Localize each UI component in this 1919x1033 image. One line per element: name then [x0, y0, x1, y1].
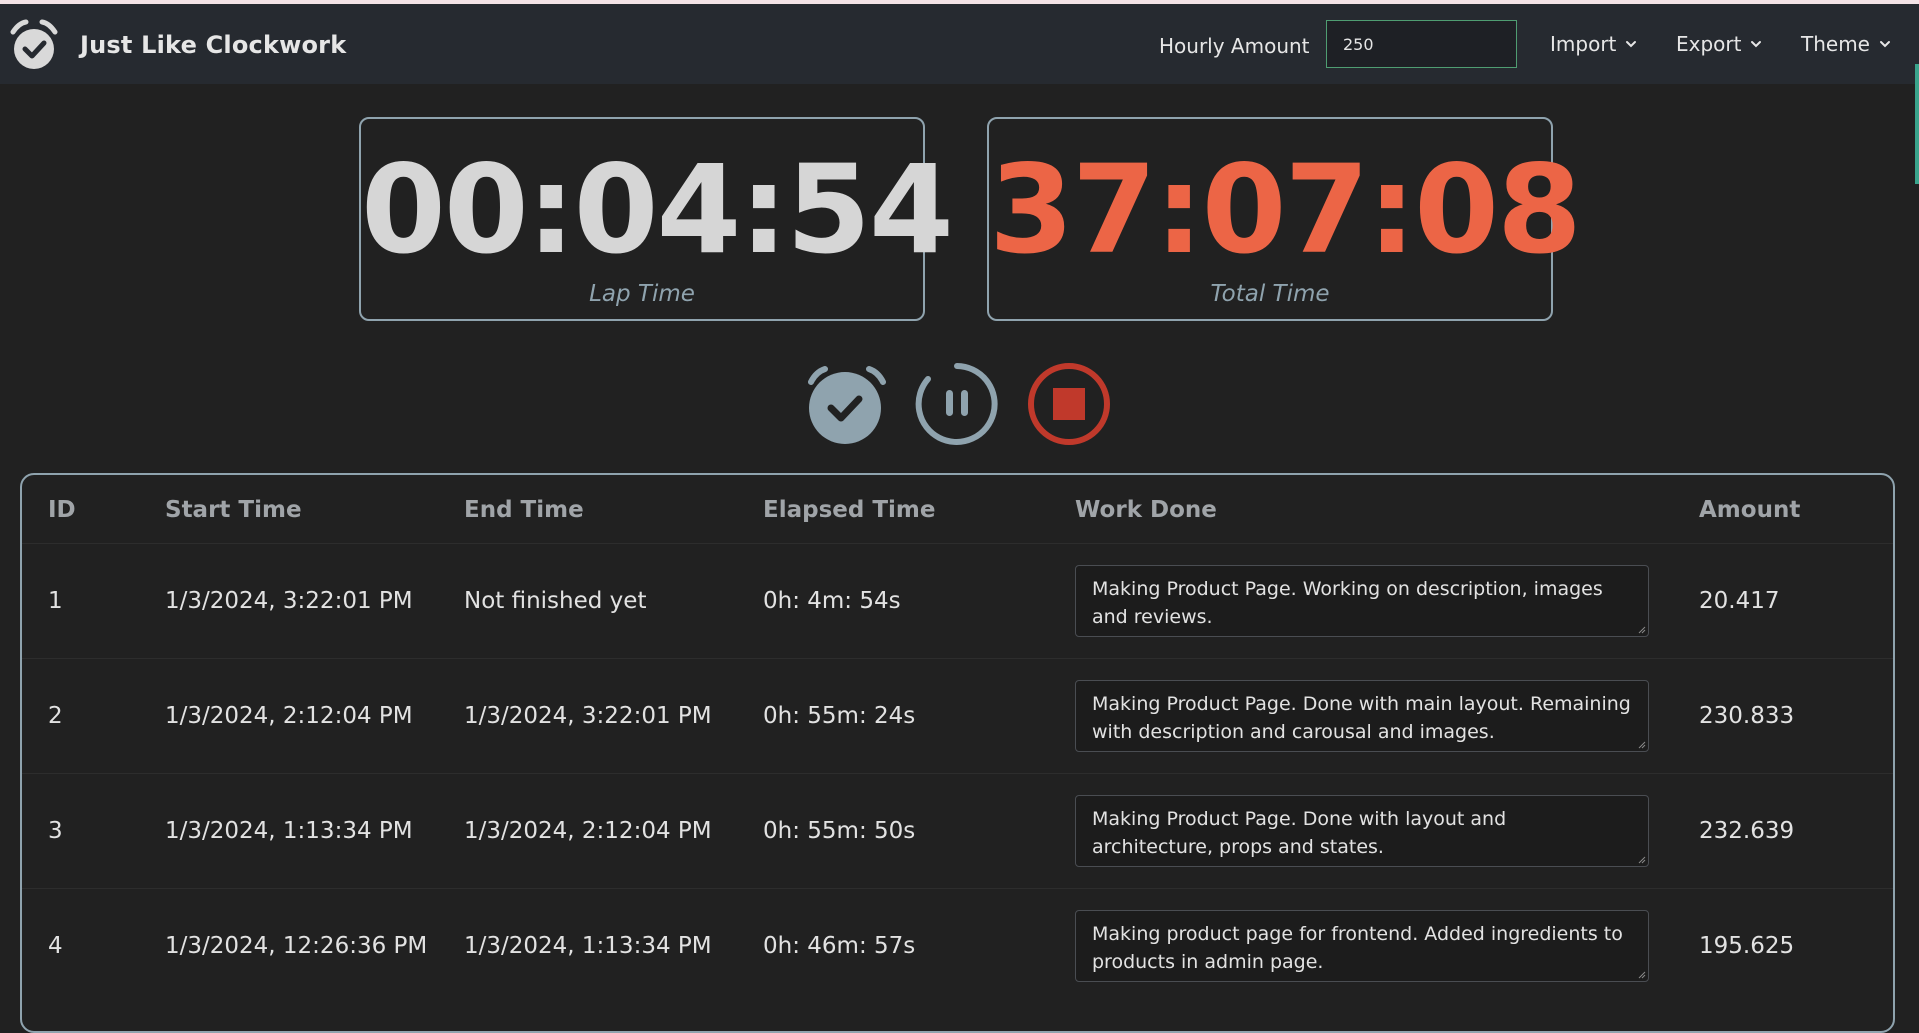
entry-end-time: 1/3/2024, 1:13:34 PM [464, 933, 712, 959]
total-time-value: 37:07:08 [989, 139, 1582, 281]
time-entries-table: ID Start Time End Time Elapsed Time Work… [20, 473, 1895, 1033]
total-time-caption: Total Time [1210, 281, 1330, 307]
entry-id: 2 [48, 703, 63, 729]
column-header-id: ID [48, 497, 76, 523]
lap-time-value: 00:04:54 [361, 139, 954, 281]
entry-id: 4 [48, 933, 63, 959]
entry-amount: 232.639 [1699, 818, 1795, 844]
hourly-amount-label: Hourly Amount [1159, 34, 1310, 58]
import-menu-label: Import [1550, 32, 1617, 56]
resize-grip-icon[interactable] [1636, 969, 1646, 979]
alarm-clock-check-icon[interactable] [10, 17, 58, 71]
work-done-textarea[interactable]: Making Product Page. Done with layout an… [1075, 795, 1649, 867]
hourly-amount-input[interactable] [1326, 20, 1517, 68]
entry-end-time: 1/3/2024, 2:12:04 PM [464, 818, 712, 844]
column-header-start-time: Start Time [165, 497, 302, 523]
lap-time-caption: Lap Time [589, 281, 695, 307]
chevron-down-icon [1879, 41, 1890, 48]
work-done-text: Making product page for frontend. Added … [1092, 923, 1623, 973]
lap-button[interactable] [803, 362, 891, 446]
theme-menu[interactable]: Theme [1801, 32, 1892, 56]
entry-id: 1 [48, 588, 63, 614]
navbar: Just Like Clockwork Hourly Amount Import… [0, 4, 1919, 84]
stop-button[interactable] [1027, 362, 1111, 446]
export-menu-label: Export [1676, 32, 1742, 56]
resize-grip-icon[interactable] [1636, 854, 1646, 864]
export-menu[interactable]: Export [1676, 32, 1763, 56]
entry-amount: 230.833 [1699, 703, 1795, 729]
entry-end-time: Not finished yet [464, 588, 647, 614]
pause-button[interactable] [915, 362, 999, 446]
work-done-text: Making Product Page. Done with main layo… [1092, 693, 1631, 743]
entry-elapsed-time: 0h: 55m: 24s [763, 703, 916, 729]
table-row: 3 1/3/2024, 1:13:34 PM 1/3/2024, 2:12:04… [22, 773, 1893, 888]
entry-end-time: 1/3/2024, 3:22:01 PM [464, 703, 712, 729]
entry-elapsed-time: 0h: 46m: 57s [763, 933, 916, 959]
scrollbar-thumb[interactable] [1915, 64, 1919, 184]
column-header-work-done: Work Done [1075, 497, 1217, 523]
column-header-end-time: End Time [464, 497, 584, 523]
theme-menu-label: Theme [1801, 32, 1870, 56]
entry-start-time: 1/3/2024, 2:12:04 PM [165, 703, 413, 729]
chevron-down-icon [1751, 41, 1762, 48]
total-time-panel: 37:07:08 Total Time [987, 117, 1582, 321]
app-title[interactable]: Just Like Clockwork [80, 31, 346, 59]
work-done-text: Making Product Page. Done with layout an… [1092, 808, 1507, 858]
entry-amount: 195.625 [1699, 933, 1795, 959]
stop-circle-icon [1028, 363, 1110, 445]
entry-id: 3 [48, 818, 63, 844]
entry-start-time: 1/3/2024, 3:22:01 PM [165, 588, 413, 614]
column-header-amount: Amount [1699, 497, 1801, 523]
table-row: 4 1/3/2024, 12:26:36 PM 1/3/2024, 1:13:3… [22, 888, 1893, 1003]
resize-grip-icon[interactable] [1636, 739, 1646, 749]
alarm-check-icon [808, 366, 886, 444]
entry-amount: 20.417 [1699, 588, 1780, 614]
entry-start-time: 1/3/2024, 12:26:36 PM [165, 933, 428, 959]
pause-circle-icon [915, 363, 998, 445]
column-header-elapsed-time: Elapsed Time [763, 497, 936, 523]
table-row: 1 1/3/2024, 3:22:01 PM Not finished yet … [22, 543, 1893, 658]
work-done-textarea[interactable]: Making Product Page. Working on descript… [1075, 565, 1649, 637]
resize-grip-icon[interactable] [1636, 624, 1646, 634]
entry-elapsed-time: 0h: 4m: 54s [763, 588, 901, 614]
import-menu[interactable]: Import [1550, 32, 1638, 56]
entry-start-time: 1/3/2024, 1:13:34 PM [165, 818, 413, 844]
work-done-textarea[interactable]: Making product page for frontend. Added … [1075, 910, 1649, 982]
work-done-textarea[interactable]: Making Product Page. Done with main layo… [1075, 680, 1649, 752]
lap-time-panel: 00:04:54 Lap Time [359, 117, 954, 321]
table-row: 2 1/3/2024, 2:12:04 PM 1/3/2024, 3:22:01… [22, 658, 1893, 773]
work-done-text: Making Product Page. Working on descript… [1092, 578, 1603, 628]
entry-elapsed-time: 0h: 55m: 50s [763, 818, 916, 844]
chevron-down-icon [1626, 41, 1637, 48]
